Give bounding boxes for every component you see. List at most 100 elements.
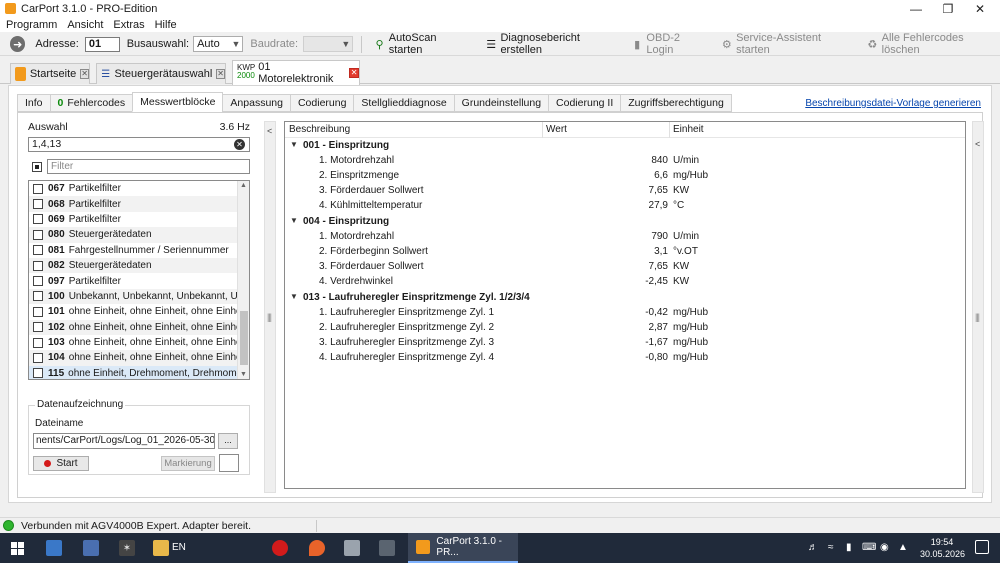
menu-ansicht[interactable]: Ansicht	[67, 19, 103, 31]
system-clock[interactable]: 19:54 30.05.2026	[920, 536, 965, 560]
windows-start-icon[interactable]	[11, 542, 24, 555]
baudrate-select[interactable]: ▼	[303, 36, 354, 52]
checkbox[interactable]	[33, 352, 43, 363]
wifi-icon[interactable]: ≈	[828, 542, 834, 553]
tab-stellglieddiagnose[interactable]: Stellglieddiagnose	[353, 94, 455, 112]
header-beschreibung[interactable]: Beschreibung	[289, 124, 350, 135]
table-row[interactable]: 3. Förderdauer Sollwert 7,65 KW	[285, 260, 965, 275]
messenger-icon[interactable]	[83, 540, 99, 556]
table-row[interactable]: 1. Motordrehzahl 790 U/min	[285, 230, 965, 245]
notification-tray-icon[interactable]: ▲	[898, 542, 908, 553]
table-row[interactable]: 4. Kühlmitteltemperatur 27,9 °C	[285, 199, 965, 214]
markierung-button[interactable]: Markierung	[161, 456, 215, 471]
menu-extras[interactable]: Extras	[113, 19, 144, 31]
checkbox[interactable]	[33, 214, 43, 225]
checkbox[interactable]	[33, 306, 43, 317]
expand-caret-icon[interactable]: ▼	[290, 292, 298, 301]
list-item[interactable]: 101 ohne Einheit, ohne Einheit, ohne Einh…	[29, 304, 249, 319]
language-indicator[interactable]: EN	[172, 542, 186, 553]
browse-button[interactable]: ...	[218, 433, 238, 449]
settings-icon[interactable]	[344, 540, 360, 556]
markierung-input[interactable]	[219, 454, 239, 472]
header-wert[interactable]: Wert	[546, 124, 567, 135]
list-item[interactable]: 067 Partikelfilter	[29, 181, 249, 196]
table-group-row[interactable]: ▼ 004 - Einspritzung	[285, 215, 965, 230]
list-item[interactable]: 102 ohne Einheit, ohne Einheit, ohne Einh…	[29, 319, 249, 335]
checkbox[interactable]	[33, 183, 43, 194]
battery-icon[interactable]: ▮	[846, 542, 852, 553]
obd2-login-button[interactable]: ▮ OBD-2 Login	[630, 32, 708, 56]
checkbox[interactable]	[33, 322, 43, 333]
checkbox[interactable]	[33, 245, 43, 256]
autoscan-button[interactable]: ⚲ AutoScan starten	[372, 32, 470, 56]
close-button[interactable]: ✕	[960, 0, 1000, 17]
table-group-row[interactable]: ▼ 013 - Laufruheregler Einspritzmenge Zyl…	[285, 291, 965, 306]
file-explorer-icon[interactable]	[46, 540, 62, 556]
tab-zugriffsberechtigung[interactable]: Zugriffsberechtigung	[620, 94, 732, 112]
clear-icon[interactable]: ✕	[234, 139, 245, 150]
list-item[interactable]: 104 ohne Einheit, ohne Einheit, ohne Einh…	[29, 350, 249, 366]
connect-arrow-icon[interactable]: ➜	[10, 36, 26, 52]
table-row[interactable]: 1. Laufruheregler Einspritzmenge Zyl. 1 -…	[285, 306, 965, 321]
folder-icon[interactable]	[153, 540, 169, 556]
table-group-row[interactable]: ▼ 001 - Einspritzung	[285, 139, 965, 154]
table-row[interactable]: 4. Verdrehwinkel -2,45 KW	[285, 275, 965, 290]
close-tab-icon[interactable]: ✕	[80, 69, 89, 79]
taskbar-carport-button[interactable]: CarPort 3.1.0 - PR...	[408, 533, 518, 563]
scroll-up-icon[interactable]: ▲	[240, 182, 247, 189]
checkbox[interactable]	[33, 229, 43, 240]
table-row[interactable]: 2. Einspritzmenge 6,6 mg/Hub	[285, 169, 965, 184]
checkbox[interactable]	[33, 276, 43, 287]
close-tab-icon[interactable]: ✕	[349, 68, 359, 78]
list-item[interactable]: 080 Steuergerätedaten	[29, 227, 249, 243]
maps-icon[interactable]	[309, 540, 325, 556]
checkbox[interactable]	[33, 368, 43, 379]
filename-input[interactable]: nents/CarPort/Logs/Log_01_2026-05-30.csv	[33, 433, 215, 449]
auswahl-input[interactable]: 1,4,13	[28, 137, 250, 152]
table-row[interactable]: 4. Laufruheregler Einspritzmenge Zyl. 4 -…	[285, 351, 965, 366]
table-row[interactable]: 2. Förderbeginn Sollwert 3,1 °v.OT	[285, 245, 965, 260]
close-tab-icon[interactable]: ✕	[216, 69, 225, 79]
doc-tab-motorelektronik[interactable]: KWP 2000 01 Motorelektronik ✕	[232, 60, 360, 85]
busauswahl-select[interactable]: Auto ▼	[193, 36, 244, 52]
collapse-left-panel-button[interactable]: < |||	[264, 121, 276, 493]
generate-template-link[interactable]: Beschreibungsdatei-Vorlage generieren	[805, 98, 981, 109]
list-item[interactable]: 068 Partikelfilter	[29, 196, 249, 212]
diagnosebericht-button[interactable]: ☰ Diagnosebericht erstellen	[484, 32, 620, 56]
list-scrollbar[interactable]: ▲ ▼	[237, 181, 249, 379]
action-center-icon[interactable]	[975, 540, 989, 554]
menu-hilfe[interactable]: Hilfe	[155, 19, 177, 31]
doc-tab-steuergeraetauswahl[interactable]: ☰ Steuergerätauswahl ✕	[96, 63, 226, 84]
list-item[interactable]: 115 ohne Einheit, Drehmoment, Drehmoment	[29, 365, 249, 379]
header-einheit[interactable]: Einheit	[673, 124, 704, 135]
list-item[interactable]: 082 Steuergerätedaten	[29, 257, 249, 274]
network-icon[interactable]: ◉	[880, 542, 889, 553]
expand-caret-icon[interactable]: ▼	[290, 140, 298, 149]
table-row[interactable]: 2. Laufruheregler Einspritzmenge Zyl. 2 2…	[285, 321, 965, 336]
scroll-down-icon[interactable]: ▼	[240, 371, 247, 378]
collapse-right-panel-button[interactable]: < |||	[972, 121, 984, 493]
checkbox[interactable]	[33, 260, 43, 271]
checkbox[interactable]	[33, 337, 43, 348]
menu-programm[interactable]: Programm	[6, 19, 57, 31]
alle-fehlercodes-loeschen-button[interactable]: ♻ Alle Fehlercodes löschen	[865, 32, 1000, 56]
start-recording-button[interactable]: Start	[33, 456, 89, 471]
expand-caret-icon[interactable]: ▼	[290, 216, 298, 225]
tab-messwertbloecke[interactable]: Messwertblöcke	[132, 92, 224, 112]
list-item[interactable]: 069 Partikelfilter	[29, 212, 249, 227]
list-item[interactable]: 081 Fahrgestellnummer / Seriennummer	[29, 243, 249, 258]
volume-icon[interactable]: ♬	[808, 542, 818, 553]
tab-grundeinstellung[interactable]: Grundeinstellung	[453, 94, 550, 112]
doc-tab-startseite[interactable]: Startseite ✕	[10, 63, 90, 84]
list-item[interactable]: 100Unbekannt, Unbekannt, Unbekannt, Unbe…	[29, 288, 249, 305]
filter-input[interactable]: Filter	[47, 159, 250, 174]
tab-codierung-ii[interactable]: Codierung II	[548, 94, 622, 112]
tab-anpassung[interactable]: Anpassung	[222, 94, 291, 112]
app-icon[interactable]: ✶	[119, 540, 135, 556]
keyboard-icon[interactable]: ⌨	[862, 542, 876, 553]
service-assistent-button[interactable]: ⚙ Service-Assistent starten	[720, 32, 854, 56]
table-row[interactable]: 3. Laufruheregler Einspritzmenge Zyl. 3 -…	[285, 336, 965, 351]
list-item[interactable]: 097 Partikelfilter	[29, 273, 249, 288]
tab-fehlercodes[interactable]: 0 Fehlercodes	[49, 94, 134, 112]
opera-icon[interactable]	[272, 540, 288, 556]
